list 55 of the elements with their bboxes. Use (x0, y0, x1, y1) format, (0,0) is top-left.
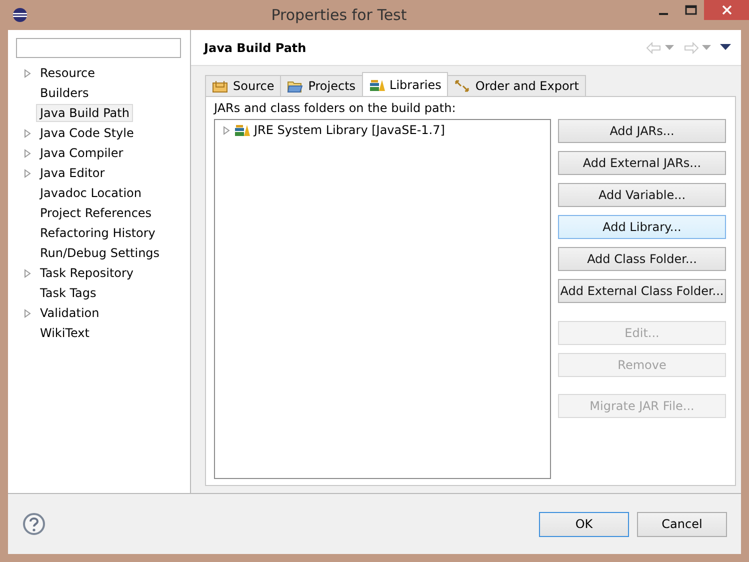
sidebar-item[interactable]: Run/Debug Settings (36, 244, 164, 262)
forward-arrow-icon[interactable] (683, 42, 699, 54)
tab[interactable]: Projects (280, 75, 363, 96)
books-icon (234, 123, 250, 137)
action-button[interactable]: Add Variable... (558, 183, 726, 207)
menu-caret-icon[interactable] (720, 44, 731, 51)
arrows-icon (454, 79, 470, 93)
sidebar-item[interactable]: Java Compiler (36, 144, 128, 162)
expand-triangle-icon[interactable] (24, 308, 31, 318)
filter-field[interactable] (16, 38, 181, 58)
action-button[interactable]: Add JARs... (558, 119, 726, 143)
tab[interactable]: Libraries (362, 72, 448, 96)
sidebar-item[interactable]: Java Editor (36, 164, 109, 182)
expand-triangle-icon[interactable] (24, 268, 31, 278)
sidebar-item[interactable]: Project References (36, 204, 156, 222)
action-button[interactable]: Add Library... (558, 215, 726, 239)
dialog-button[interactable]: OK (539, 512, 629, 536)
caret-icon[interactable] (665, 44, 674, 50)
expand-triangle-icon[interactable] (24, 148, 31, 158)
folder-icon (287, 79, 304, 93)
tab[interactable]: Order and Export (447, 75, 586, 96)
sidebar-item[interactable]: Validation (36, 304, 104, 322)
sidebar-item[interactable]: WikiText (36, 324, 94, 342)
library-tree[interactable]: JRE System Library [JavaSE-1.7] (214, 119, 551, 479)
sidebar-item[interactable]: Builders (36, 84, 93, 102)
window-title: Properties for Test (270, 6, 408, 24)
action-button[interactable]: Add Class Folder... (558, 247, 726, 271)
maximize-icon (684, 5, 696, 15)
sidebar-item[interactable]: Java Build Path (36, 104, 134, 122)
list-label: JARs and class folders on the build path: (214, 101, 457, 115)
close-icon (722, 5, 732, 15)
help-icon[interactable] (22, 512, 46, 536)
tab[interactable]: Source (205, 75, 282, 96)
sidebar-item[interactable]: Task Tags (36, 284, 100, 302)
expand-triangle-icon[interactable] (223, 126, 230, 134)
dialog-button[interactable]: Cancel (637, 512, 727, 536)
package-icon (212, 79, 228, 93)
books-icon (368, 78, 385, 92)
sidebar-item[interactable]: Javadoc Location (36, 184, 146, 202)
eclipse-logo-icon (12, 7, 28, 23)
page-title: Java Build Path (204, 40, 308, 54)
sidebar-item[interactable]: Resource (36, 64, 100, 82)
expand-triangle-icon[interactable] (24, 128, 31, 138)
expand-triangle-icon[interactable] (24, 68, 31, 78)
back-arrow-icon[interactable] (646, 42, 662, 54)
action-button[interactable]: Add External JARs... (558, 151, 726, 175)
minimize-icon (659, 12, 668, 14)
caret-icon[interactable] (702, 44, 711, 50)
sidebar-item[interactable]: Refactoring History (36, 224, 160, 242)
close-button[interactable] (704, 0, 749, 20)
tree-item[interactable]: JRE System Library [JavaSE-1.7] (254, 123, 445, 137)
sidebar-item[interactable]: Java Code Style (36, 124, 138, 142)
expand-triangle-icon[interactable] (24, 168, 31, 178)
sidebar-item[interactable]: Task Repository (36, 264, 138, 282)
action-button[interactable]: Add External Class Folder... (558, 279, 726, 303)
